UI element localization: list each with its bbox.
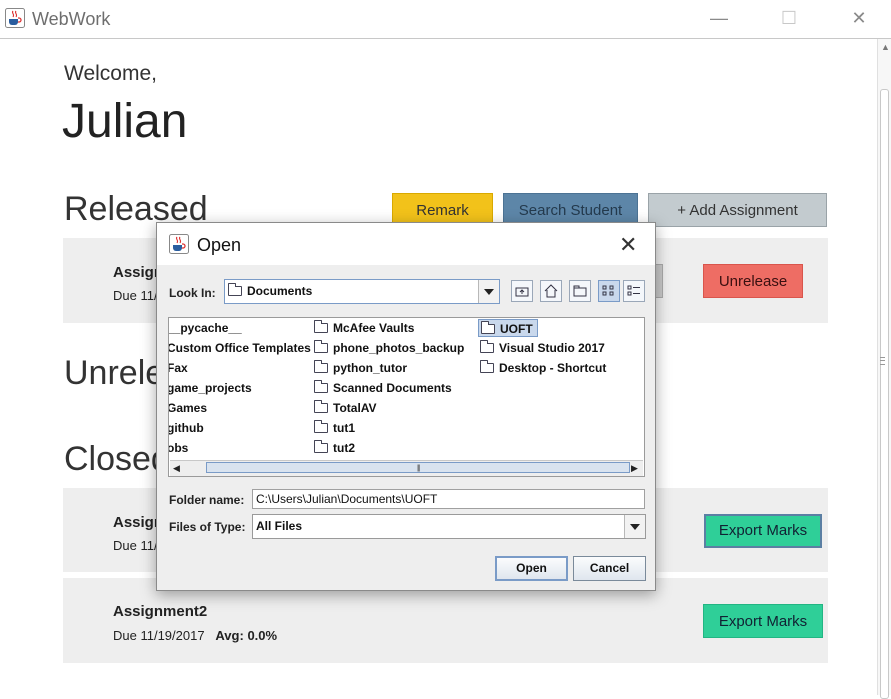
open-button[interactable]: Open — [495, 556, 568, 581]
dialog-title: Open — [197, 235, 242, 255]
java-app-icon — [5, 8, 25, 28]
title-divider — [0, 38, 891, 39]
scroll-left-arrow-icon[interactable]: ◀ — [173, 463, 180, 474]
look-in-value: Documents — [247, 284, 313, 298]
assignment-due: Due 11/ — [113, 288, 158, 303]
up-folder-icon — [515, 287, 529, 297]
list-item[interactable]: Custom Office Templates — [169, 339, 311, 357]
scroll-up-arrow-icon[interactable]: ▲ — [881, 42, 890, 52]
user-name: Julian — [62, 95, 188, 148]
chevron-down-icon[interactable] — [624, 515, 645, 538]
close-button[interactable]: ✕ — [836, 0, 882, 38]
scrollbar-thumb[interactable]: ||| — [206, 462, 630, 473]
scrollbar-thumb[interactable] — [880, 89, 889, 699]
folder-icon — [314, 399, 328, 413]
file-list[interactable]: __pycache__ Custom Office Templates Fax … — [168, 317, 645, 477]
welcome-label: Welcome, — [64, 62, 157, 85]
dialog-title-bar: Open ✕ — [157, 223, 655, 265]
look-in-label: Look In: — [169, 286, 216, 300]
files-of-type-combo[interactable]: All Files — [252, 514, 646, 539]
list-item[interactable]: Visual Studio 2017 — [480, 339, 605, 357]
assignment-due: Due 11/ — [113, 538, 158, 553]
list-item[interactable]: obs — [169, 439, 188, 457]
list-item[interactable]: python_tutor — [314, 359, 407, 377]
unrelease-button[interactable]: Unrelease — [703, 264, 803, 298]
window-title: WebWork — [32, 9, 111, 29]
scroll-right-arrow-icon[interactable]: ▶ — [631, 463, 638, 474]
list-item[interactable]: Scanned Documents — [314, 379, 452, 397]
close-icon: ✕ — [851, 8, 867, 28]
list-item[interactable]: McAfee Vaults — [314, 319, 414, 337]
folder-icon — [481, 320, 495, 334]
new-folder-button[interactable] — [569, 280, 591, 302]
list-item[interactable]: game_projects — [169, 379, 252, 397]
details-view-icon — [627, 285, 640, 296]
folder-icon — [228, 282, 242, 296]
details-view-button[interactable] — [623, 280, 645, 302]
folder-icon — [314, 419, 328, 433]
home-icon — [544, 284, 558, 298]
list-view-button[interactable] — [598, 280, 620, 302]
files-of-type-label: Files of Type: — [169, 520, 246, 534]
folder-icon — [480, 359, 494, 373]
folder-name-label: Folder name: — [169, 493, 245, 507]
add-assignment-button[interactable]: + Add Assignment — [648, 193, 827, 227]
assignment-due: Due 11/19/2017 — [113, 628, 205, 643]
folder-icon — [480, 339, 494, 353]
java-app-icon — [169, 234, 189, 254]
scrollbar-grip-icon — [880, 357, 885, 365]
closed-heading: Closed — [64, 440, 170, 478]
home-button[interactable] — [540, 280, 562, 302]
export-marks-button[interactable]: Export Marks — [704, 514, 822, 548]
scrollbar-grip-icon: ||| — [417, 465, 421, 472]
look-in-combo[interactable]: Documents — [224, 279, 500, 304]
list-view-icon — [602, 285, 614, 296]
list-item[interactable]: github — [169, 419, 204, 437]
folder-name-field[interactable]: C:\Users\Julian\Documents\UOFT — [252, 489, 645, 509]
assignment-name: Assignment2 — [113, 603, 208, 620]
list-item[interactable]: Games — [169, 399, 207, 417]
avg-label: Avg: — [215, 628, 244, 643]
chevron-down-icon[interactable] — [478, 280, 499, 303]
maximize-button[interactable]: ☐ — [766, 0, 812, 38]
folder-icon — [314, 439, 328, 453]
assignment-due-line: Due 11/19/2017 Avg: 0.0% — [113, 628, 277, 643]
files-of-type-value: All Files — [256, 519, 303, 533]
list-item[interactable]: __pycache__ — [169, 319, 242, 337]
open-file-dialog: Open ✕ Look In: Documents __pycache__ Cu… — [156, 222, 656, 591]
list-item[interactable]: Fax — [169, 359, 188, 377]
list-item[interactable]: tut2 — [314, 439, 355, 457]
vertical-scrollbar[interactable]: ▲ — [877, 39, 891, 699]
list-item[interactable]: Desktop - Shortcut — [480, 359, 606, 377]
list-item[interactable]: TotalAV — [314, 399, 377, 417]
folder-icon — [314, 359, 328, 373]
list-item-selected[interactable]: UOFT — [478, 319, 538, 337]
horizontal-scrollbar[interactable]: ◀ ||| ▶ — [170, 460, 643, 476]
title-bar: WebWork — ☐ ✕ — [0, 0, 891, 38]
webwork-window: WebWork — ☐ ✕ ▲ Welcome, Julian Released… — [0, 0, 891, 699]
avg-value: 0.0% — [247, 628, 278, 643]
up-folder-button[interactable] — [511, 280, 533, 302]
folder-icon — [314, 379, 328, 393]
dialog-close-icon[interactable]: ✕ — [619, 232, 637, 258]
list-item[interactable]: phone_photos_backup — [314, 339, 464, 357]
new-folder-icon — [573, 285, 587, 297]
unreleased-heading: Unrele — [64, 354, 165, 392]
minimize-button[interactable]: — — [696, 0, 742, 38]
maximize-icon: ☐ — [780, 8, 798, 28]
cancel-button[interactable]: Cancel — [573, 556, 646, 581]
folder-icon — [314, 339, 328, 353]
minimize-icon: — — [710, 8, 728, 28]
list-item[interactable]: tut1 — [314, 419, 355, 437]
export-marks-button[interactable]: Export Marks — [703, 604, 823, 638]
folder-icon — [314, 319, 328, 333]
